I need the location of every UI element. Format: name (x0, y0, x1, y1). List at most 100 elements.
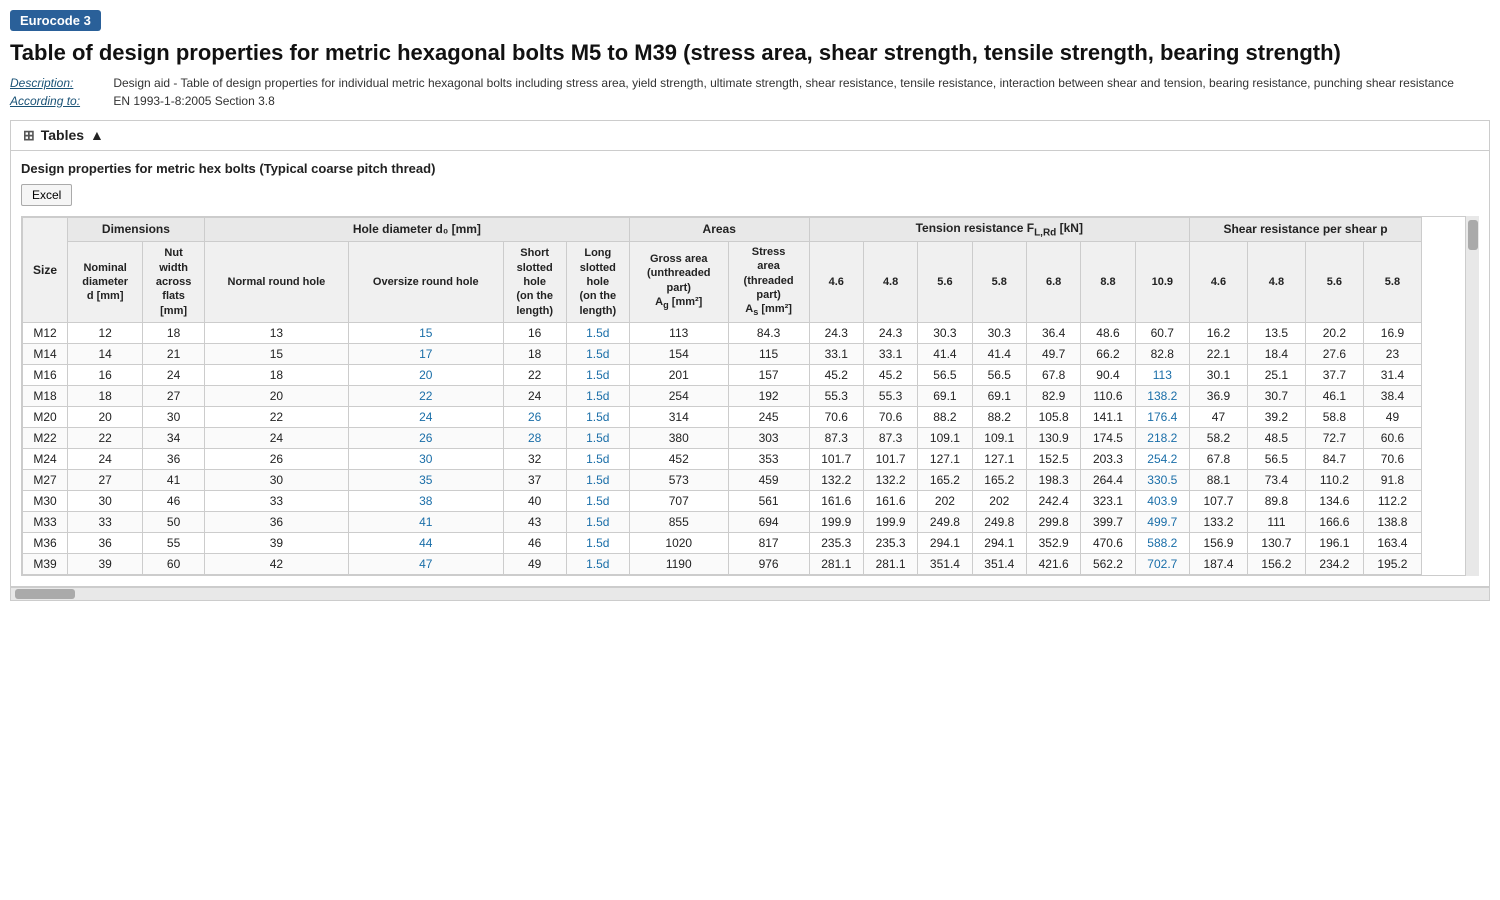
cell-long: 1.5d (566, 344, 629, 365)
cell-s58: 31.4 (1363, 365, 1421, 386)
cell-s46: 36.9 (1189, 386, 1247, 407)
scrollbar[interactable] (1465, 216, 1479, 577)
cell-normal: 20 (204, 386, 348, 407)
cell-s58: 16.9 (1363, 323, 1421, 344)
cell-normal: 42 (204, 554, 348, 575)
cell-gross: 707 (629, 491, 728, 512)
cell-normal: 26 (204, 449, 348, 470)
cell-nut: 24 (143, 365, 205, 386)
table-row: M39 39 60 42 47 49 1.5d 1190 976 281.1 2… (23, 554, 1422, 575)
cell-s48: 111 (1247, 512, 1305, 533)
cell-t58: 249.8 (972, 512, 1026, 533)
cell-s48: 13.5 (1247, 323, 1305, 344)
cell-t58: 56.5 (972, 365, 1026, 386)
cell-nut: 36 (143, 449, 205, 470)
cell-stress: 817 (728, 533, 809, 554)
th-s56: 5.6 (1305, 241, 1363, 322)
cell-s48: 39.2 (1247, 407, 1305, 428)
description-label: Description: (10, 76, 110, 90)
cell-t46: 70.6 (809, 407, 863, 428)
th-t58: 5.8 (972, 241, 1026, 322)
cell-gross: 855 (629, 512, 728, 533)
cell-t48: 199.9 (863, 512, 917, 533)
cell-short: 46 (503, 533, 566, 554)
cell-size: M20 (23, 407, 68, 428)
th-s46: 4.6 (1189, 241, 1247, 322)
table-row: M24 24 36 26 30 32 1.5d 452 353 101.7 10… (23, 449, 1422, 470)
cell-short: 26 (503, 407, 566, 428)
cell-s46: 47 (1189, 407, 1247, 428)
cell-t48: 33.1 (863, 344, 917, 365)
th-t88: 8.8 (1081, 241, 1135, 322)
tables-section-header[interactable]: ⊞ Tables ▲ (10, 120, 1490, 150)
cell-d: 24 (68, 449, 143, 470)
cell-t56: 165.2 (918, 470, 972, 491)
cell-s46: 58.2 (1189, 428, 1247, 449)
table-row: M22 22 34 24 26 28 1.5d 380 303 87.3 87.… (23, 428, 1422, 449)
cell-gross: 201 (629, 365, 728, 386)
cell-nut: 60 (143, 554, 205, 575)
th-t109: 10.9 (1135, 241, 1189, 322)
cell-t68: 105.8 (1026, 407, 1080, 428)
cell-t109: 176.4 (1135, 407, 1189, 428)
cell-t58: 202 (972, 491, 1026, 512)
cell-t109: 702.7 (1135, 554, 1189, 575)
cell-t88: 66.2 (1081, 344, 1135, 365)
cell-stress: 561 (728, 491, 809, 512)
th-t46: 4.6 (809, 241, 863, 322)
cell-s48: 56.5 (1247, 449, 1305, 470)
cell-t46: 161.6 (809, 491, 863, 512)
cell-t46: 55.3 (809, 386, 863, 407)
cell-stress: 157 (728, 365, 809, 386)
page-title: Table of design properties for metric he… (10, 39, 1490, 68)
cell-short: 49 (503, 554, 566, 575)
table-wrapper[interactable]: Size Dimensions Hole diameter d₀ [mm] Ar… (21, 216, 1479, 577)
cell-t46: 33.1 (809, 344, 863, 365)
cell-t109: 218.2 (1135, 428, 1189, 449)
cell-t56: 30.3 (918, 323, 972, 344)
table-row: M18 18 27 20 22 24 1.5d 254 192 55.3 55.… (23, 386, 1422, 407)
cell-t58: 127.1 (972, 449, 1026, 470)
grid-icon: ⊞ (23, 127, 35, 144)
cell-oversize: 22 (348, 386, 503, 407)
horizontal-scrollbar[interactable] (10, 587, 1490, 601)
table-row: M20 20 30 22 24 26 1.5d 314 245 70.6 70.… (23, 407, 1422, 428)
cell-normal: 30 (204, 470, 348, 491)
cell-stress: 459 (728, 470, 809, 491)
th-tension: Tension resistance FL,Rd [kN] (809, 217, 1189, 241)
cell-nut: 18 (143, 323, 205, 344)
th-t56: 5.6 (918, 241, 972, 322)
th-gross-area: Gross area(unthreadedpart)Ag [mm²] (629, 241, 728, 322)
cell-t46: 199.9 (809, 512, 863, 533)
cell-t88: 562.2 (1081, 554, 1135, 575)
excel-button[interactable]: Excel (21, 184, 72, 206)
cell-s56: 234.2 (1305, 554, 1363, 575)
th-s48: 4.8 (1247, 241, 1305, 322)
cell-t58: 294.1 (972, 533, 1026, 554)
cell-s48: 18.4 (1247, 344, 1305, 365)
table-row: M14 14 21 15 17 18 1.5d 154 115 33.1 33.… (23, 344, 1422, 365)
cell-t56: 127.1 (918, 449, 972, 470)
cell-nut: 27 (143, 386, 205, 407)
cell-nut: 55 (143, 533, 205, 554)
cell-gross: 1190 (629, 554, 728, 575)
cell-t58: 30.3 (972, 323, 1026, 344)
cell-short: 40 (503, 491, 566, 512)
cell-oversize: 15 (348, 323, 503, 344)
cell-t68: 242.4 (1026, 491, 1080, 512)
cell-oversize: 41 (348, 512, 503, 533)
cell-normal: 18 (204, 365, 348, 386)
cell-d: 27 (68, 470, 143, 491)
cell-s48: 156.2 (1247, 554, 1305, 575)
cell-t109: 138.2 (1135, 386, 1189, 407)
cell-s56: 46.1 (1305, 386, 1363, 407)
cell-gross: 154 (629, 344, 728, 365)
cell-stress: 694 (728, 512, 809, 533)
according-value: EN 1993-1-8:2005 Section 3.8 (113, 94, 274, 108)
cell-normal: 15 (204, 344, 348, 365)
cell-stress: 245 (728, 407, 809, 428)
cell-gross: 452 (629, 449, 728, 470)
cell-size: M33 (23, 512, 68, 533)
table-row: M33 33 50 36 41 43 1.5d 855 694 199.9 19… (23, 512, 1422, 533)
cell-t68: 82.9 (1026, 386, 1080, 407)
